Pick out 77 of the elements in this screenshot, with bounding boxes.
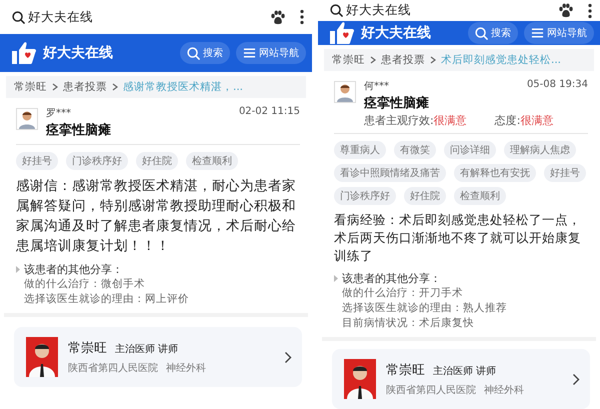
nav-button[interactable]: 网站导航 — [524, 22, 594, 44]
more-icon[interactable] — [588, 2, 592, 18]
tag-chip: 有微笑 — [394, 141, 436, 159]
search-field[interactable]: 好大夫在线 — [330, 2, 544, 19]
paw-icon[interactable] — [558, 3, 574, 18]
breadcrumb-link[interactable]: 患者投票 — [381, 53, 425, 67]
thumbs-up-heart-icon — [10, 41, 38, 65]
rating-text: 患者主观疗效:很满意 — [364, 113, 467, 128]
tag-chip: 问诊详细 — [444, 141, 496, 159]
user-name: 何*** — [364, 80, 389, 93]
hospital-name: 陕西省第四人民医院 — [386, 384, 476, 397]
section-title: 该患者的其他分享： — [24, 262, 123, 277]
breadcrumb-link[interactable]: 常崇旺 — [14, 80, 47, 94]
search-button[interactable]: 搜索 — [180, 42, 230, 64]
doctor-name: 常崇旺 — [68, 340, 107, 357]
menu-icon — [243, 47, 256, 59]
doctor-photo-icon — [26, 337, 58, 377]
tag-chip: 好住院 — [136, 152, 178, 170]
tag-chip: 好挂号 — [16, 152, 58, 170]
user-avatar-icon — [334, 81, 356, 103]
department-name: 神经外科 — [166, 362, 206, 375]
chevron-right-icon — [572, 372, 580, 386]
chevron-icon — [52, 83, 58, 91]
review-text: 感谢信：感谢常教授医术精湛，耐心为患者家属解答疑问，特别感谢常教授助理耐心积极和家属沟通及时了解患者康复情况，术后耐心给患属培训康复计划！！！ — [16, 177, 297, 256]
doctor-name: 常崇旺 — [386, 362, 425, 379]
tag-chip: 门诊秩序好 — [334, 187, 396, 205]
paw-icon[interactable] — [270, 10, 286, 24]
tag-chip: 尊重病人 — [334, 141, 386, 159]
more-icon[interactable] — [300, 9, 304, 25]
search-icon — [12, 10, 25, 24]
tag-chip: 看诊中照顾情绪及痛苦 — [334, 164, 446, 182]
department-name: 神经外科 — [484, 384, 524, 397]
doctor-card[interactable]: 常崇旺 主治医师 讲师 陕西省第四人民医院 神经外科 — [332, 349, 590, 409]
breadcrumb-link[interactable]: 常崇旺 — [332, 53, 365, 67]
triangle-icon — [334, 275, 338, 282]
breadcrumb-link[interactable]: 患者投票 — [63, 80, 107, 94]
review-time: 02-02 11:15 — [238, 106, 300, 119]
hospital-name: 陕西省第四人民医院 — [68, 362, 158, 375]
doctor-photo-icon — [344, 359, 376, 399]
disease-name: 痉挛性脑瘫 — [46, 122, 112, 139]
triangle-icon — [16, 266, 20, 273]
user-name: 罗*** — [46, 107, 71, 120]
share-text: 做的什么治疗：微创手术 — [23, 277, 146, 292]
doctor-title: 主治医师 讲师 — [115, 342, 178, 356]
tag-chip: 检查顺利 — [454, 187, 506, 205]
share-text: 做的什么治疗：开刀手术 — [341, 286, 464, 301]
chevron-icon — [430, 56, 436, 64]
chevron-right-icon — [284, 350, 292, 364]
doctor-card[interactable]: 常崇旺 主治医师 讲师 陕西省第四人民医院 神经外科 — [14, 327, 302, 387]
search-field[interactable]: 好大夫在线 — [12, 8, 256, 26]
search-icon — [330, 4, 343, 17]
tag-chip: 好挂号 — [544, 164, 586, 182]
search-button[interactable]: 搜索 — [468, 22, 518, 44]
share-text: 目前病情状况：术后康复快 — [341, 316, 475, 331]
tag-chip: 检查顺利 — [186, 152, 238, 170]
nav-button[interactable]: 网站导航 — [236, 42, 306, 64]
tag-chip: 好住院 — [404, 187, 446, 205]
site-name: 好大夫在线 — [361, 24, 431, 42]
search-icon — [475, 26, 488, 40]
disease-name: 痉挛性脑瘫 — [364, 94, 430, 112]
review-time: 05-08 19:34 — [526, 79, 588, 92]
tag-chip: 门诊秩序好 — [66, 152, 128, 170]
section-title: 该患者的其他分享： — [342, 271, 441, 286]
doctor-title: 主治医师 讲师 — [433, 364, 496, 378]
rating-text: 态度:很满意 — [494, 113, 554, 128]
share-text: 选择该医生就诊的理由：网上评价 — [23, 292, 190, 307]
review-text: 看病经验：术后即刻感觉患处轻松了一点，术后两天伤口渐渐地不疼了就可以开始康复训练了 — [334, 211, 582, 265]
tag-chip: 有解释也有安抚 — [454, 164, 536, 182]
tag-chip: 理解病人焦虑 — [504, 141, 576, 159]
user-avatar-icon — [16, 108, 38, 130]
share-text: 选择该医生就诊的理由：熟人推荐 — [341, 301, 508, 316]
site-name: 好大夫在线 — [43, 44, 113, 62]
chevron-icon — [370, 56, 376, 64]
chevron-icon — [112, 83, 118, 91]
menu-icon — [531, 27, 544, 39]
search-icon — [187, 46, 200, 60]
thumbs-up-heart-icon — [328, 21, 356, 45]
